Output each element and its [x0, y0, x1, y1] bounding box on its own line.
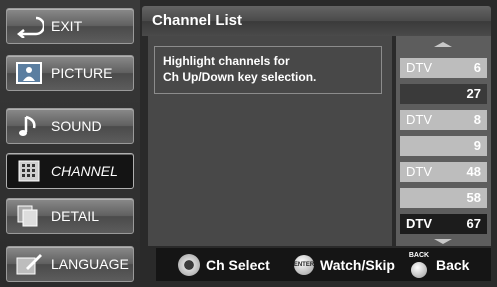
page-title: Channel List	[142, 6, 491, 36]
channel-row[interactable]: DTV 8	[400, 110, 487, 130]
enter-button-icon: ENTER	[294, 254, 314, 275]
sidebar-item-label: DETAIL	[51, 208, 99, 224]
scroll-down-arrow-icon[interactable]	[434, 239, 452, 244]
channel-row[interactable]: 27	[400, 84, 487, 104]
help-text-line: Highlight channels for	[163, 54, 290, 68]
back-button-icon: BACK	[408, 250, 430, 280]
channel-row[interactable]: 58	[400, 188, 487, 208]
channel-row[interactable]: DTV 6	[400, 58, 487, 78]
channel-number: 27	[466, 86, 481, 101]
sidebar-item-label: CHANNEL	[51, 163, 118, 179]
channel-type: DTV	[406, 216, 432, 231]
footer-key-guide: Ch Select ENTER Watch/Skip BACK Back	[156, 248, 491, 281]
sidebar-item-label: SOUND	[51, 118, 102, 134]
detail-pages-icon	[13, 203, 45, 229]
sidebar-item-language[interactable]: LANGUAGE	[6, 246, 134, 282]
channel-list: DTV 6 27 DTV 8 9 DTV 48 58 DTV 67	[396, 36, 491, 246]
ch-select-hint: Ch Select	[178, 248, 270, 281]
channel-number: 67	[466, 216, 481, 231]
music-note-icon	[13, 113, 45, 139]
channel-type: DTV	[406, 60, 432, 75]
channel-number: 9	[473, 138, 481, 153]
watch-skip-label: Watch/Skip	[320, 256, 395, 273]
help-text-line: Ch Up/Down key selection.	[163, 70, 317, 84]
channel-row[interactable]: DTV 48	[400, 162, 487, 182]
back-hint: BACK Back	[408, 248, 469, 281]
dial-icon	[178, 253, 200, 276]
channel-type: DTV	[406, 112, 432, 127]
content-panel: Highlight channels for Ch Up/Down key se…	[148, 36, 392, 246]
channel-row-selected[interactable]: DTV 67	[400, 214, 487, 234]
sidebar-item-detail[interactable]: DETAIL	[6, 198, 134, 234]
back-label: Back	[436, 256, 470, 273]
scroll-up-arrow-icon[interactable]	[434, 42, 452, 47]
sidebar-item-label: PICTURE	[51, 65, 113, 81]
channel-row[interactable]: 9	[400, 136, 487, 156]
sidebar-item-sound[interactable]: SOUND	[6, 108, 134, 144]
channel-number: 8	[473, 112, 481, 127]
channel-grid-icon	[13, 158, 45, 184]
help-text-box: Highlight channels for Ch Up/Down key se…	[154, 46, 382, 94]
exit-arrow-icon	[13, 13, 45, 39]
back-icon-text: BACK	[408, 251, 430, 259]
sidebar-item-label: EXIT	[51, 18, 83, 34]
sidebar-item-channel[interactable]: CHANNEL	[6, 153, 134, 189]
watch-skip-hint: ENTER Watch/Skip	[294, 248, 395, 281]
ch-select-label: Ch Select	[206, 256, 270, 273]
sidebar-menu: EXIT PICTURE SOUND CHANNEL DETAIL LANGUA…	[0, 0, 140, 287]
sidebar-item-label: LANGUAGE	[51, 256, 129, 272]
channel-type: DTV	[406, 164, 432, 179]
pencil-icon	[13, 251, 45, 277]
channel-number: 48	[466, 164, 481, 179]
picture-icon	[13, 60, 45, 86]
channel-number: 58	[466, 190, 481, 205]
back-round-icon	[411, 261, 427, 278]
sidebar-item-picture[interactable]: PICTURE	[6, 55, 134, 91]
channel-number: 6	[473, 60, 481, 75]
sidebar-item-exit[interactable]: EXIT	[6, 8, 134, 44]
